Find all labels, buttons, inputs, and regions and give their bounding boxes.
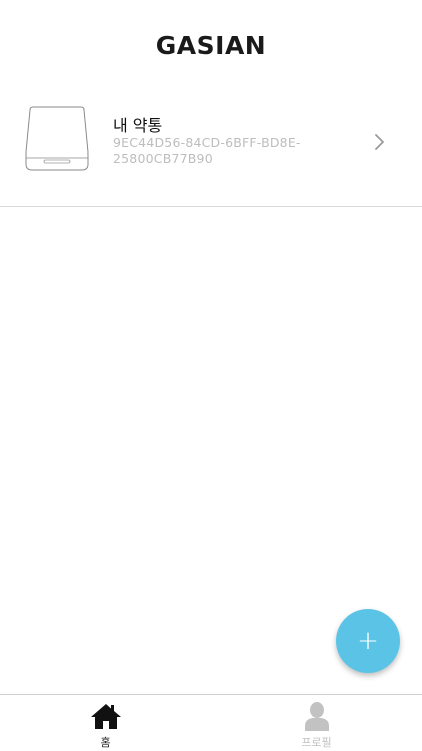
person-icon <box>304 701 330 731</box>
device-id: 9EC44D56-84CD-6BFF-BD8E-25800CB77B90 <box>113 135 301 166</box>
app-header: GASIAN <box>0 0 422 88</box>
tab-profile-label: 프로필 <box>301 736 332 749</box>
brand-logo: GASIAN <box>155 31 267 60</box>
tab-home-label: 홈 <box>100 736 111 749</box>
device-list-item[interactable]: 내 약통 9EC44D56-84CD-6BFF-BD8E-25800CB77B9… <box>0 98 422 207</box>
tab-home[interactable]: 홈 <box>0 695 211 751</box>
chevron-right-icon <box>375 134 384 150</box>
device-name: 내 약통 <box>113 116 163 135</box>
plus-icon: + <box>357 626 379 656</box>
tab-profile[interactable]: 프로필 <box>211 695 422 751</box>
home-icon <box>90 701 122 731</box>
bottom-tab-bar: 홈 프로필 <box>0 694 422 751</box>
pill-box-icon <box>25 106 89 171</box>
add-device-button[interactable]: + <box>336 609 400 673</box>
